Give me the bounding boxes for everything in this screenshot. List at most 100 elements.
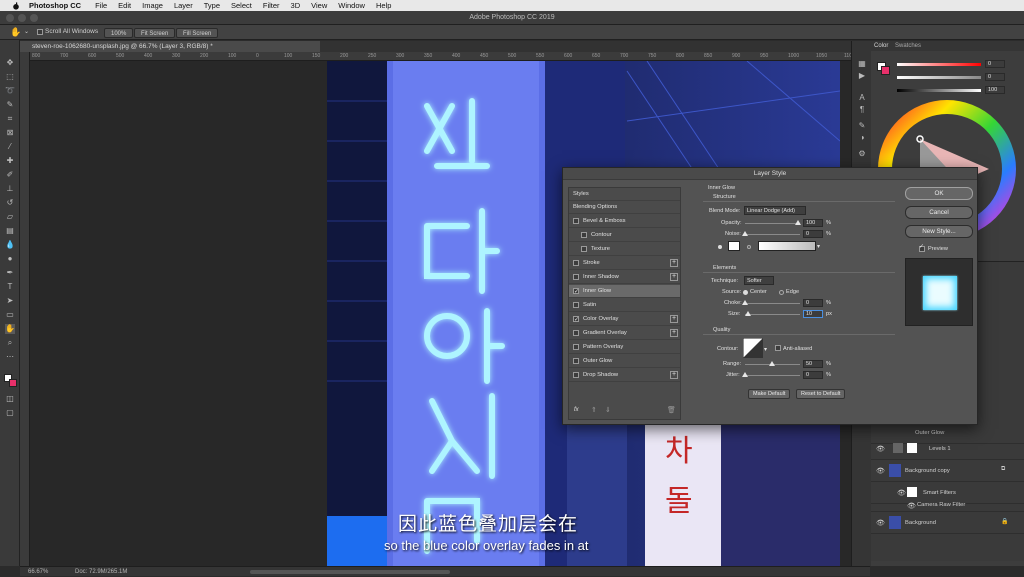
menu-view[interactable]: View: [311, 1, 327, 10]
jitter-slider-handle[interactable]: [742, 372, 748, 377]
menu-layer[interactable]: Layer: [174, 1, 193, 10]
character-panel-icon[interactable]: A: [857, 93, 867, 103]
style-item-satin[interactable]: Satin: [569, 299, 680, 312]
style-item-stroke[interactable]: Stroke +: [569, 257, 680, 270]
move-down-icon[interactable]: ⇓: [605, 406, 611, 414]
move-up-icon[interactable]: ⇑: [591, 406, 597, 414]
opacity-slider[interactable]: [745, 223, 800, 224]
add-style-icon[interactable]: +: [670, 315, 678, 323]
move-tool-icon[interactable]: ✥: [5, 58, 15, 68]
gradient-radio[interactable]: [747, 245, 751, 249]
close-window-icon[interactable]: [6, 14, 14, 22]
eyedropper-tool-icon[interactable]: ⁄: [5, 142, 15, 152]
noise-field[interactable]: 0: [803, 230, 823, 238]
lasso-tool-icon[interactable]: ➰: [5, 86, 15, 96]
size-slider[interactable]: [745, 314, 800, 315]
chevron-down-icon[interactable]: ▾: [817, 243, 820, 250]
menu-select[interactable]: Select: [231, 1, 252, 10]
actions-panel-icon[interactable]: ▶: [857, 71, 867, 81]
source-edge-radio[interactable]: [779, 290, 784, 295]
reset-to-default-button[interactable]: Reset to Default: [796, 389, 846, 399]
adjustments-panel-icon[interactable]: ◑: [857, 133, 867, 143]
menu-file[interactable]: File: [95, 1, 107, 10]
style-item-texture[interactable]: Texture: [569, 243, 680, 256]
visibility-eye-icon[interactable]: 👁: [907, 502, 916, 510]
style-item-blending-options[interactable]: Blending Options: [569, 201, 680, 214]
style-item-drop-shadow[interactable]: Drop Shadow +: [569, 369, 680, 382]
visibility-eye-icon[interactable]: 👁: [876, 467, 885, 475]
layer-row[interactable]: 👁 Background 🔒: [871, 512, 1024, 534]
menu-help[interactable]: Help: [376, 1, 391, 10]
jitter-field[interactable]: 0: [803, 371, 823, 379]
style-checkbox[interactable]: [573, 274, 579, 280]
style-checkbox[interactable]: [573, 260, 579, 266]
technique-select[interactable]: Softer: [744, 276, 774, 285]
color-slider-s[interactable]: [897, 76, 981, 79]
trash-icon[interactable]: 🗑: [667, 406, 676, 414]
menu-image[interactable]: Image: [142, 1, 163, 10]
contour-picker[interactable]: [743, 338, 763, 358]
noise-slider-handle[interactable]: [742, 231, 748, 236]
screen-mode-icon[interactable]: ▢: [5, 408, 15, 418]
history-brush-icon[interactable]: ↺: [5, 198, 15, 208]
style-item-inner-glow[interactable]: Inner Glow: [569, 285, 680, 299]
layer-row[interactable]: 👁 Levels 1: [871, 438, 1024, 460]
glow-gradient-picker[interactable]: [758, 241, 816, 251]
color-radio[interactable]: [718, 245, 722, 249]
gradient-tool-icon[interactable]: ▤: [5, 226, 15, 236]
fit-screen-button[interactable]: Fit Screen: [134, 28, 176, 38]
range-slider-handle[interactable]: [769, 361, 775, 366]
panel-background-swatch[interactable]: [881, 66, 890, 75]
style-checkbox[interactable]: [573, 218, 579, 224]
shape-tool-icon[interactable]: ▭: [5, 310, 15, 320]
style-checkbox[interactable]: [573, 286, 579, 299]
glow-color-swatch[interactable]: [728, 241, 740, 251]
document-tab[interactable]: steven-roe-1062680-unsplash.jpg @ 66.7% …: [20, 41, 320, 52]
eraser-tool-icon[interactable]: ▱: [5, 212, 15, 222]
quick-select-tool-icon[interactable]: ✎: [5, 100, 15, 110]
zoom-window-icon[interactable]: [30, 14, 38, 22]
style-item-bevel-emboss[interactable]: Bevel & Emboss: [569, 215, 680, 228]
jitter-slider[interactable]: [745, 375, 800, 376]
style-checkbox[interactable]: [573, 314, 579, 327]
blur-tool-icon[interactable]: 💧: [5, 240, 15, 250]
visibility-eye-icon[interactable]: 👁: [876, 519, 885, 527]
paragraph-panel-icon[interactable]: ¶: [857, 105, 867, 115]
menu-app-name[interactable]: Photoshop CC: [29, 1, 81, 10]
brush-tool-icon[interactable]: ✐: [5, 170, 15, 180]
more-tools-icon[interactable]: ⋯: [5, 352, 15, 362]
stamp-tool-icon[interactable]: ⊥: [5, 184, 15, 194]
zoom-100-button[interactable]: 100%: [104, 28, 134, 38]
style-item-inner-shadow[interactable]: Inner Shadow +: [569, 271, 680, 284]
new-style-button[interactable]: New Style...: [905, 225, 973, 238]
scroll-all-windows-checkbox[interactable]: [37, 29, 43, 35]
choke-slider[interactable]: [745, 303, 800, 304]
apple-logo-icon[interactable]: [11, 1, 21, 10]
color-slider-h[interactable]: [897, 63, 981, 66]
menu-type[interactable]: Type: [204, 1, 220, 10]
menu-filter[interactable]: Filter: [263, 1, 280, 10]
opacity-field[interactable]: 100: [803, 219, 823, 227]
color-slider-b[interactable]: [897, 89, 981, 92]
style-item-color-overlay[interactable]: Color Overlay +: [569, 313, 680, 327]
healing-tool-icon[interactable]: ✚: [5, 156, 15, 166]
style-item-outer-glow[interactable]: Outer Glow: [569, 355, 680, 368]
color-value-h[interactable]: 0: [985, 60, 1005, 68]
properties-panel-icon[interactable]: ⚙: [857, 149, 867, 159]
noise-slider[interactable]: [745, 234, 800, 235]
dodge-tool-icon[interactable]: ●: [5, 254, 15, 264]
add-style-icon[interactable]: +: [670, 329, 678, 337]
chevron-down-icon[interactable]: ▾: [764, 346, 767, 353]
menu-window[interactable]: Window: [338, 1, 365, 10]
style-checkbox[interactable]: [581, 246, 587, 252]
minimize-window-icon[interactable]: [18, 14, 26, 22]
horizontal-scrollbar[interactable]: [250, 570, 450, 574]
size-slider-handle[interactable]: [745, 311, 751, 316]
style-checkbox[interactable]: [573, 372, 579, 378]
style-item-contour[interactable]: Contour: [569, 229, 680, 242]
tab-color[interactable]: Color: [874, 41, 888, 51]
add-style-icon[interactable]: +: [670, 371, 678, 379]
crop-tool-icon[interactable]: ⌗: [5, 114, 15, 124]
add-style-icon[interactable]: +: [670, 273, 678, 281]
hand-tool-icon[interactable]: ✋: [5, 324, 15, 334]
